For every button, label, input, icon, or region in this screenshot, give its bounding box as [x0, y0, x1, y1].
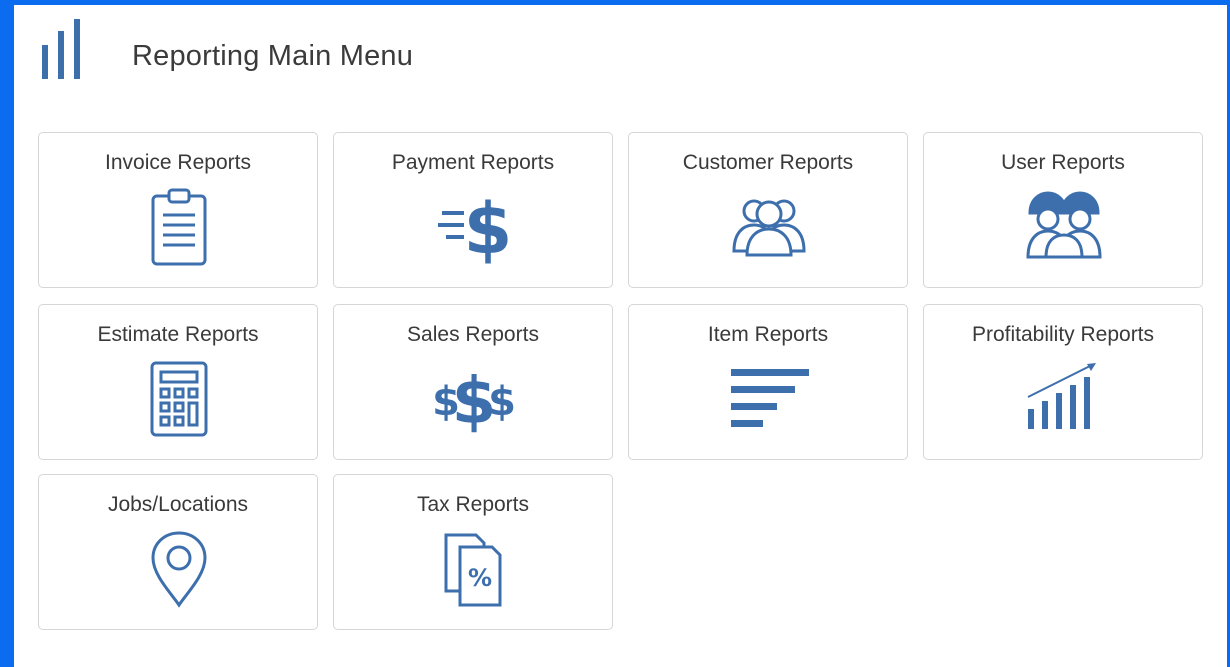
tile-label: Sales Reports [407, 323, 539, 346]
profitability-reports-tile[interactable]: Profitability Reports [923, 304, 1203, 460]
invoice-reports-tile[interactable]: Invoice Reports [38, 132, 318, 288]
tax-documents-icon: % [434, 529, 514, 609]
jobs-locations-tile[interactable]: Jobs/Locations [38, 474, 318, 630]
svg-text:%: % [468, 564, 492, 592]
tax-reports-tile[interactable]: Tax Reports % [333, 474, 613, 630]
user-reports-tile[interactable]: User Reports [923, 132, 1203, 288]
bar-chart-logo-icon [42, 19, 80, 79]
growth-chart-icon [1024, 359, 1104, 439]
multiple-dollars-icon: $ $ $ [432, 359, 516, 439]
clipboard-icon [139, 187, 219, 267]
tile-label: Estimate Reports [97, 323, 259, 346]
calculator-icon [139, 359, 219, 439]
tile-label: Profitability Reports [971, 323, 1155, 346]
location-pin-icon [139, 529, 219, 609]
tile-label: Invoice Reports [105, 151, 251, 174]
tile-label: User Reports [1001, 151, 1125, 174]
tile-label: Payment Reports [391, 151, 555, 174]
page-title: Reporting Main Menu [132, 40, 414, 72]
sales-reports-tile[interactable]: Sales Reports $ $ $ [333, 304, 613, 460]
customers-group-icon [729, 187, 809, 267]
svg-text:$: $ [464, 188, 513, 267]
page-header: Reporting Main Menu [14, 5, 1227, 105]
svg-text:$: $ [488, 379, 514, 425]
tile-label: Customer Reports [682, 151, 854, 174]
tile-label: Tax Reports [416, 493, 530, 516]
estimate-reports-tile[interactable]: Estimate Reports [38, 304, 318, 460]
payment-reports-tile[interactable]: Payment Reports $ [333, 132, 613, 288]
tile-label: Item Reports [707, 323, 829, 346]
fast-dollar-icon: $ [434, 187, 514, 270]
tile-label: Jobs/Locations [107, 493, 249, 516]
list-bars-icon [729, 359, 809, 439]
customer-reports-tile[interactable]: Customer Reports [628, 132, 908, 288]
item-reports-tile[interactable]: Item Reports [628, 304, 908, 460]
workers-hardhat-icon [1024, 187, 1104, 267]
reporting-main-menu: Reporting Main Menu Invoice Reports Paym… [14, 5, 1227, 667]
